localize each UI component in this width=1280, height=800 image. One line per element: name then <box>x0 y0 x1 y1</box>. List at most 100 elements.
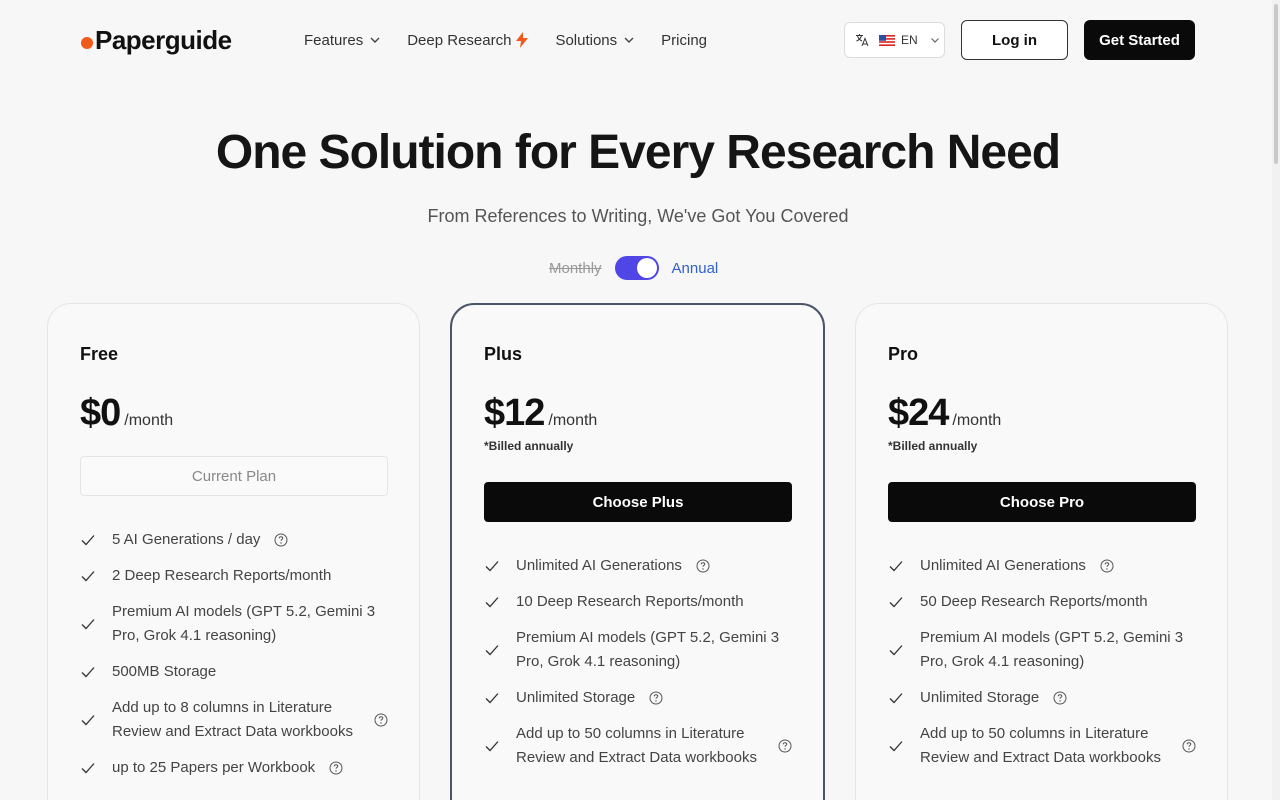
feature-item: Add up to 50 columns in Literature Revie… <box>484 722 792 770</box>
toggle-knob <box>636 258 657 278</box>
bolt-icon <box>516 32 529 48</box>
help-circle-icon[interactable] <box>649 691 663 705</box>
check-icon <box>889 693 903 704</box>
check-icon <box>889 741 903 752</box>
feature-item: 500MB Storage <box>80 660 388 684</box>
feature-item: 10 Deep Research Reports/month <box>484 590 792 614</box>
language-selector[interactable]: EN <box>844 22 945 58</box>
feature-item: Premium AI models (GPT 5.2, Gemini 3 Pro… <box>80 600 388 648</box>
check-icon <box>485 741 499 752</box>
plan-price: $0 <box>80 392 121 434</box>
billing-toggle[interactable] <box>614 256 659 280</box>
help-circle-icon[interactable] <box>274 533 288 547</box>
check-icon <box>485 561 499 572</box>
feature-text: up to 25 Papers per Workbook <box>112 759 316 776</box>
help-circle-icon[interactable] <box>1182 739 1196 753</box>
chevron-down-icon <box>370 37 380 43</box>
annual-label[interactable]: Annual <box>672 260 719 277</box>
feature-item: Premium AI models (GPT 5.2, Gemini 3 Pro… <box>888 626 1196 674</box>
translate-icon <box>856 34 869 47</box>
chevron-down-icon <box>624 37 634 43</box>
nav-features-label: Features <box>304 31 364 49</box>
current-plan-button: Current Plan <box>80 456 388 496</box>
check-icon <box>485 645 499 656</box>
us-flag-icon <box>879 34 895 46</box>
feature-item: 5 AI Generations / day <box>80 528 388 552</box>
feature-text: 2 Deep Research Reports/month <box>112 567 332 584</box>
plan-card-pro: Pro $24 /month *Billed annually Choose P… <box>855 303 1228 800</box>
price-row: $12 /month <box>484 392 597 435</box>
language-code: EN <box>901 33 918 47</box>
price-row: $24 /month <box>888 392 1001 435</box>
check-icon <box>81 535 95 546</box>
feature-text: Premium AI models (GPT 5.2, Gemini 3 Pro… <box>112 603 376 644</box>
feature-item: Unlimited Storage <box>484 686 792 710</box>
plan-name: Free <box>80 344 119 364</box>
main-nav: Features Deep Research Solutions Pricing <box>304 28 733 52</box>
nav-deep-research-label: Deep Research <box>407 31 512 49</box>
plan-period: /month <box>548 412 598 429</box>
plan-name: Plus <box>484 344 523 364</box>
feature-item: 2 Deep Research Reports/month <box>80 564 388 588</box>
choose-pro-button[interactable]: Choose Pro <box>888 482 1196 522</box>
feature-text: 500MB Storage <box>112 663 217 680</box>
plan-price: $24 <box>888 392 949 434</box>
get-started-button[interactable]: Get Started <box>1084 20 1195 60</box>
feature-list: Unlimited AI Generations 10 Deep Researc… <box>484 554 792 782</box>
billed-note: *Billed annually <box>484 439 574 453</box>
paperguide-logo[interactable]: Paperguide <box>81 24 232 56</box>
help-circle-icon[interactable] <box>1053 691 1067 705</box>
plan-card-free: Free $0 /month Current Plan 5 AI Generat… <box>47 303 420 800</box>
check-icon <box>485 693 499 704</box>
plan-price: $12 <box>484 392 545 434</box>
page-title: One Solution for Every Research Need <box>215 126 1061 179</box>
check-icon <box>889 645 903 656</box>
help-circle-icon[interactable] <box>696 559 710 573</box>
feature-item: up to 25 Papers per Workbook <box>80 756 388 780</box>
feature-text: Unlimited AI Generations <box>516 557 682 574</box>
nav-deep-research[interactable]: Deep Research <box>407 32 529 49</box>
help-circle-icon[interactable] <box>329 761 343 775</box>
feature-item: Add up to 50 columns in Literature Revie… <box>888 722 1196 770</box>
nav-pricing[interactable]: Pricing <box>661 32 707 49</box>
feature-text: 50 Deep Research Reports/month <box>920 593 1148 610</box>
billed-note: *Billed annually <box>888 439 978 453</box>
feature-text: Premium AI models (GPT 5.2, Gemini 3 Pro… <box>920 629 1184 670</box>
nav-solutions-label: Solutions <box>555 31 618 49</box>
scrollbar-thumb[interactable] <box>1274 4 1278 164</box>
feature-text: Add up to 8 columns in Literature Review… <box>112 699 353 740</box>
page-subtitle: From References to Writing, We've Got Yo… <box>427 206 849 226</box>
help-circle-icon[interactable] <box>778 739 792 753</box>
login-button[interactable]: Log in <box>961 20 1068 60</box>
feature-text: 5 AI Generations / day <box>112 531 261 548</box>
help-circle-icon[interactable] <box>1100 559 1114 573</box>
price-row: $0 /month <box>80 392 173 435</box>
feature-text: Unlimited AI Generations <box>920 557 1086 574</box>
feature-text: Add up to 50 columns in Literature Revie… <box>516 725 757 766</box>
feature-list: Unlimited AI Generations 50 Deep Researc… <box>888 554 1196 782</box>
plan-period: /month <box>124 412 174 429</box>
help-circle-icon[interactable] <box>374 713 388 727</box>
feature-text: Premium AI models (GPT 5.2, Gemini 3 Pro… <box>516 629 780 670</box>
logo-text: Paperguide <box>95 24 232 55</box>
check-icon <box>889 561 903 572</box>
plan-period: /month <box>952 412 1002 429</box>
feature-item: Add up to 8 columns in Literature Review… <box>80 696 388 744</box>
check-icon <box>81 571 95 582</box>
check-icon <box>81 715 95 726</box>
check-icon <box>81 667 95 678</box>
feature-text: Unlimited Storage <box>920 689 1040 706</box>
nav-solutions[interactable]: Solutions <box>555 32 635 49</box>
check-icon <box>81 763 95 774</box>
page-scrollbar[interactable] <box>1272 0 1280 800</box>
feature-list: 5 AI Generations / day 2 Deep Research R… <box>80 528 388 792</box>
monthly-label[interactable]: Monthly <box>549 260 602 277</box>
feature-item: 50 Deep Research Reports/month <box>888 590 1196 614</box>
feature-text: Unlimited Storage <box>516 689 636 706</box>
feature-text: 10 Deep Research Reports/month <box>516 593 744 610</box>
choose-plus-button[interactable]: Choose Plus <box>484 482 792 522</box>
check-icon <box>81 619 95 630</box>
nav-features[interactable]: Features <box>304 32 381 49</box>
billing-toggle-group: Monthly Annual <box>549 256 718 280</box>
chevron-down-icon <box>930 38 939 43</box>
